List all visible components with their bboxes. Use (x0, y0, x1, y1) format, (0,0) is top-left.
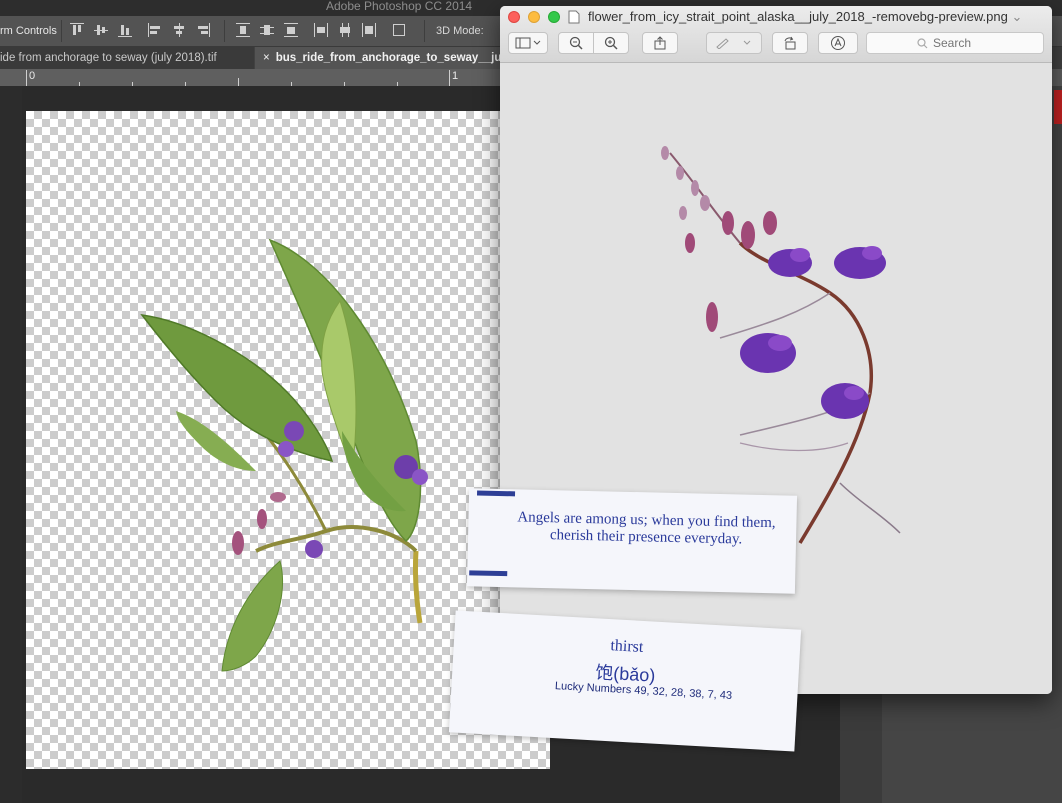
ruler-mark-1: 1 (452, 70, 459, 82)
align-left-icon[interactable] (148, 23, 162, 37)
distribute-vertical-center-icon[interactable] (260, 23, 274, 37)
color-swatch[interactable] (1054, 90, 1062, 124)
close-button[interactable] (508, 11, 520, 23)
share-icon (654, 36, 666, 50)
3d-mode-label: 3D Mode: (436, 25, 484, 37)
distribute-horizontal-center-icon[interactable] (338, 23, 352, 37)
rotate-button[interactable] (772, 32, 808, 54)
app-title: Adobe Photoshop CC 2014 (326, 0, 473, 13)
markup-icon (831, 36, 845, 50)
rotate-icon (784, 36, 796, 50)
markup-toolbar-button[interactable] (818, 32, 858, 54)
document-icon (568, 10, 580, 24)
transform-controls-label[interactable]: rm Controls (0, 25, 57, 37)
tab-label: ide from anchorage to seway (july 2018).… (0, 52, 217, 64)
ruler-tick (449, 70, 450, 86)
fortune-edge-mark (476, 490, 516, 497)
search-field[interactable] (866, 32, 1052, 54)
align-horizontal-center-icon[interactable] (172, 23, 186, 37)
fortune-slip-angels: Angels are among us; when you find them,… (466, 488, 798, 594)
share-button[interactable] (642, 32, 678, 54)
fortune-edge-mark (469, 570, 508, 577)
options-separator (61, 20, 62, 42)
distribute-top-icon[interactable] (236, 23, 250, 37)
window-title: flower_from_icy_strait_point_alaska__jul… (588, 9, 1022, 25)
zoom-in-icon (604, 36, 618, 50)
window-title-text: flower_from_icy_strait_point_alaska__jul… (588, 9, 1008, 24)
options-separator (224, 20, 225, 42)
preview-toolbar: flower_from_icy_strait_point_alaska__jul… (500, 6, 1052, 63)
tab-label: bus_ride_from_anchorage_to_seway__ju (275, 52, 500, 64)
ruler-tick (26, 70, 27, 86)
zoom-out-icon (569, 36, 583, 50)
fortune-slip-lucky-numbers: thirst 饱(bǎo) Lucky Numbers 49, 32, 28, … (448, 610, 802, 752)
distribute-left-icon[interactable] (314, 23, 328, 37)
search-input[interactable] (931, 35, 1052, 51)
auto-align-icon[interactable] (392, 23, 406, 37)
markup-pen-button[interactable] (706, 32, 762, 54)
align-right-icon[interactable] (196, 23, 210, 37)
vertical-ruler (0, 86, 22, 803)
pen-icon (716, 38, 751, 49)
ruler-tick (238, 78, 239, 86)
fireweed-flower-image (661, 146, 901, 544)
ruler-mark-0: 0 (29, 70, 36, 82)
sidebar-icon (515, 37, 541, 49)
options-separator (424, 20, 425, 42)
distribute-right-icon[interactable] (362, 23, 376, 37)
sidebar-toggle-button[interactable] (508, 32, 548, 54)
zoom-button[interactable] (548, 11, 560, 23)
zoom-out-button[interactable] (558, 32, 594, 54)
search-icon (917, 38, 928, 49)
align-top-icon[interactable] (70, 23, 84, 37)
preview-image-area[interactable] (500, 63, 1052, 694)
align-bottom-icon[interactable] (118, 23, 132, 37)
tab-anchorage-tif[interactable]: ide from anchorage to seway (july 2018).… (0, 47, 254, 69)
tab-close-icon[interactable]: × (263, 47, 270, 69)
fortune-message: Angels are among us; when you find them,… (517, 509, 776, 548)
tab-bus-ride[interactable]: × bus_ride_from_anchorage_to_seway__ju (255, 47, 500, 69)
align-vertical-center-icon[interactable] (94, 23, 108, 37)
minimize-button[interactable] (528, 11, 540, 23)
zoom-in-button[interactable] (593, 32, 629, 54)
title-chevron-icon[interactable]: ⌄ (1011, 9, 1022, 24)
distribute-bottom-icon[interactable] (284, 23, 298, 37)
